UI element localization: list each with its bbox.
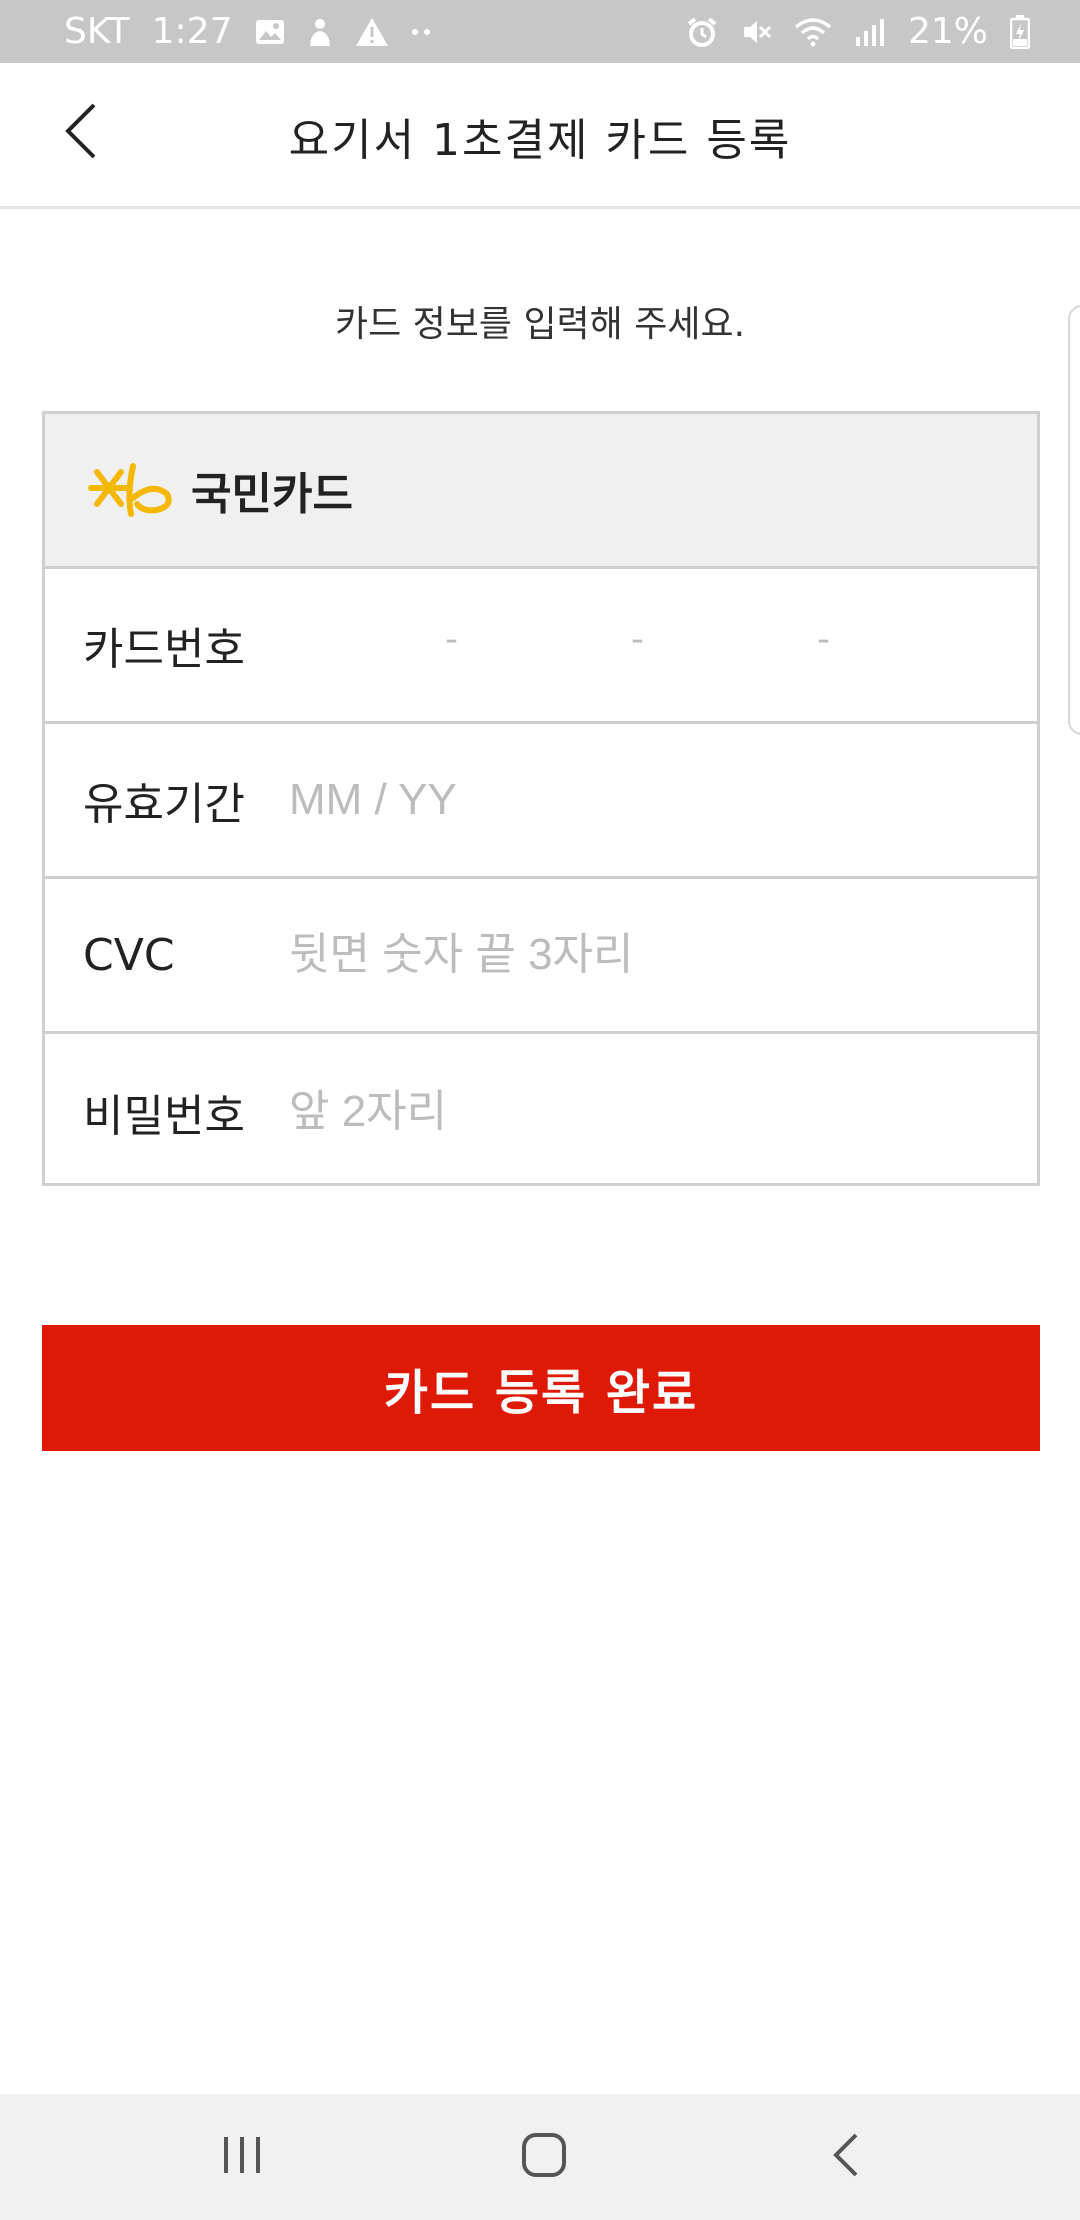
cvc-label: CVC [83, 929, 175, 981]
card-number-separator: - [817, 619, 830, 660]
card-brand-name: 국민카드 [191, 469, 353, 520]
battery-percent: 21% [907, 11, 988, 52]
register-card-button[interactable]: 카드 등록 완료 [42, 1325, 1040, 1451]
navigation-bar [0, 2094, 1080, 2220]
clock: 1:27 [151, 11, 233, 52]
recent-apps-icon [220, 2135, 264, 2179]
warning-icon [355, 17, 389, 47]
card-number-separator: - [631, 619, 644, 660]
carrier-label: SKT [64, 11, 130, 52]
home-icon [521, 2132, 567, 2182]
expiry-input[interactable] [289, 760, 909, 840]
page-title: 요기서 1초결제 카드 등록 [288, 115, 792, 166]
cvc-row: CVC [45, 879, 1037, 1034]
card-brand-row: 국민카드 [45, 414, 1037, 569]
person-icon [307, 17, 333, 47]
signal-icon [854, 17, 886, 47]
recent-apps-button[interactable] [197, 2122, 287, 2192]
expiry-row: 유효기간 [45, 724, 1037, 879]
system-back-button[interactable] [801, 2122, 891, 2192]
alarm-icon [686, 16, 718, 48]
card-number-row: 카드번호 - - - [45, 569, 1037, 724]
more-dots-icon [411, 28, 433, 36]
home-button[interactable] [499, 2122, 589, 2192]
status-bar: SKT 1:27 21% [0, 0, 1080, 63]
password-label: 비밀번호 [83, 1090, 245, 1142]
card-number-input[interactable]: - - - [289, 605, 989, 685]
back-icon [831, 2132, 861, 2182]
card-form: 국민카드 카드번호 - - - 유효기간 CVC 비밀번호 [42, 411, 1040, 1186]
wifi-icon [794, 17, 832, 47]
card-number-separator: - [445, 619, 458, 660]
status-left: SKT 1:27 [64, 11, 433, 52]
card-number-label: 카드번호 [83, 624, 245, 675]
status-right: 21% [686, 11, 1030, 52]
image-icon [255, 19, 285, 45]
expiry-label: 유효기간 [83, 779, 245, 830]
edge-panel-handle[interactable] [1068, 305, 1080, 735]
battery-icon [1010, 14, 1030, 49]
password-input[interactable] [289, 1071, 909, 1152]
kb-logo [87, 458, 179, 522]
mute-icon [740, 16, 772, 48]
cvc-input[interactable] [289, 915, 909, 995]
instruction-text: 카드 정보를 입력해 주세요. [334, 304, 746, 345]
app-bar: 요기서 1초결제 카드 등록 [0, 63, 1080, 209]
password-row: 비밀번호 [45, 1034, 1037, 1189]
